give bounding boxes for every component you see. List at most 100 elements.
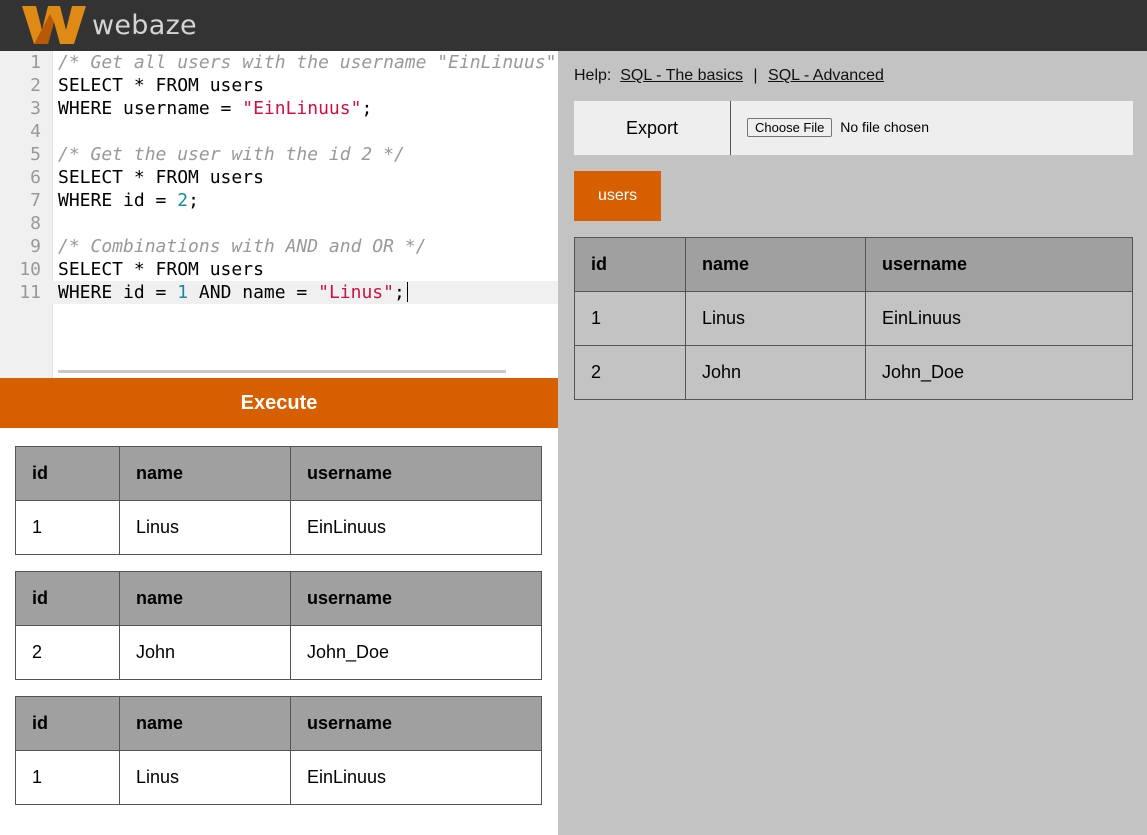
result-table: id name username 1 Linus EinLinuus [15, 446, 542, 555]
table-row[interactable]: 2 John John_Doe [574, 345, 1133, 400]
line-number: 6 [30, 167, 41, 188]
table-cell: John_Doe [865, 345, 1133, 400]
table-cell: Linus [119, 500, 291, 555]
code-line: 6 SELECT * FROM users [0, 166, 558, 189]
code-text: WHERE id = 2; [58, 189, 199, 212]
column-header-id: id [15, 696, 120, 751]
users-table: id name username 1 Linus EinLinuus 2 John John_… [574, 237, 1133, 400]
line-number: 2 [30, 75, 41, 96]
code-text: WHERE username = "EinLinuus"; [58, 97, 372, 120]
file-status: No file chosen [840, 119, 929, 135]
table-cell: EinLinuus [290, 750, 542, 805]
line-number: 4 [30, 121, 41, 142]
help-label: Help: [574, 67, 612, 84]
code-line: 7 WHERE id = 2; [0, 189, 558, 212]
help-separator: | [753, 67, 758, 84]
code-line: 1 /* Get all users with the username "Ein… [0, 51, 558, 74]
code-text: SELECT * FROM users [58, 258, 264, 281]
link-sql-advanced[interactable]: SQL - Advanced [768, 67, 884, 84]
brand-name: webaze [92, 10, 197, 41]
line-number: 1 [30, 52, 41, 73]
code-token: SELECT * FROM users [58, 75, 264, 96]
column-header-username: username [290, 696, 542, 751]
code-token: SELECT * FROM users [58, 259, 264, 280]
help-links: Help: SQL - The basics | SQL - Advanced [574, 67, 884, 85]
code-text: SELECT * FROM users [58, 166, 264, 189]
line-number: 11 [19, 282, 41, 303]
table-cell: John [119, 625, 291, 680]
column-header-username: username [290, 446, 542, 501]
code-line: 11 WHERE id = 1 AND name = "Linus"; [0, 281, 558, 304]
table-cell: EinLinuus [865, 291, 1133, 346]
column-header-id: id [15, 446, 120, 501]
right-panel: Help: SQL - The basics | SQL - Advanced … [558, 51, 1147, 835]
code-token: WHERE username = [58, 98, 243, 119]
table-cell: 1 [15, 750, 120, 805]
code-line: 4 [0, 120, 558, 143]
line-number: 9 [30, 236, 41, 257]
code-text: WHERE id = 1 AND name = "Linus"; [58, 281, 408, 304]
code-token: ; [393, 282, 405, 303]
code-token: /* Get the user with the id 2 */ [58, 144, 405, 165]
table-cell: 1 [574, 291, 686, 346]
file-input[interactable]: Choose File No file chosen [747, 118, 929, 137]
table-cell: 1 [15, 500, 120, 555]
table-row: 1 Linus EinLinuus [15, 750, 542, 805]
code-token: AND name = [188, 282, 319, 303]
code-line: 8 [0, 212, 558, 235]
top-bar: webaze [0, 0, 1147, 51]
code-text: /* Combinations with AND and OR */ [58, 235, 426, 258]
code-line: 5 /* Get the user with the id 2 */ [0, 143, 558, 166]
code-token: ; [188, 190, 199, 211]
link-sql-basics[interactable]: SQL - The basics [620, 67, 743, 84]
webaze-logo-icon [22, 6, 86, 44]
column-header-name: name [119, 696, 291, 751]
table-header-row: id name username [15, 571, 542, 626]
code-token: SELECT * FROM users [58, 167, 264, 188]
code-line: 9 /* Combinations with AND and OR */ [0, 235, 558, 258]
code-token: "Linus" [318, 282, 394, 303]
line-number: 7 [30, 190, 41, 211]
toolbar: Export Choose File No file chosen [574, 101, 1133, 155]
table-cell: 2 [15, 625, 120, 680]
code-line: 3 WHERE username = "EinLinuus"; [0, 97, 558, 120]
code-line: 10 SELECT * FROM users [0, 258, 558, 281]
table-cell: Linus [685, 291, 866, 346]
table-cell: John [685, 345, 866, 400]
line-number: 8 [30, 213, 41, 234]
execute-button[interactable]: Execute [0, 378, 558, 428]
line-number: 5 [30, 144, 41, 165]
table-row: 2 John John_Doe [15, 625, 542, 680]
left-panel: 1 /* Get all users with the username "Ein… [0, 51, 558, 835]
table-row: 1 Linus EinLinuus [15, 500, 542, 555]
column-header-name: name [119, 446, 291, 501]
table-cell: EinLinuus [290, 500, 542, 555]
column-header-name: name [119, 571, 291, 626]
table-header-row: id name username [15, 696, 542, 751]
table-header-row: id name username [574, 237, 1133, 292]
table-header-row: id name username [15, 446, 542, 501]
table-row[interactable]: 1 Linus EinLinuus [574, 291, 1133, 346]
code-token: ; [361, 98, 373, 119]
table-tab-users[interactable]: users [574, 171, 661, 221]
code-token: 1 [177, 282, 189, 303]
code-text: /* Get all users with the username "EinL… [58, 51, 558, 74]
code-token: "EinLinuus" [242, 98, 362, 119]
choose-file-button[interactable]: Choose File [747, 118, 833, 137]
code-text: /* Get the user with the id 2 */ [58, 143, 405, 166]
table-cell: John_Doe [290, 625, 542, 680]
export-button[interactable]: Export [574, 101, 731, 155]
result-table: id name username 2 John John_Doe [15, 571, 542, 680]
table-cell: 2 [574, 345, 686, 400]
horizontal-scrollbar[interactable] [58, 370, 506, 373]
result-table: id name username 1 Linus EinLinuus [15, 696, 542, 805]
column-header-id: id [15, 571, 120, 626]
code-token: /* Combinations with AND and OR */ [58, 236, 427, 257]
sql-editor[interactable]: 1 /* Get all users with the username "Ein… [0, 51, 558, 378]
code-token: WHERE id = [58, 190, 178, 211]
code-token: /* Get all users with the username "EinL… [58, 52, 558, 73]
column-header-id: id [574, 237, 686, 292]
code-token: 2 [177, 190, 189, 211]
table-cell: Linus [119, 750, 291, 805]
column-header-name: name [685, 237, 866, 292]
